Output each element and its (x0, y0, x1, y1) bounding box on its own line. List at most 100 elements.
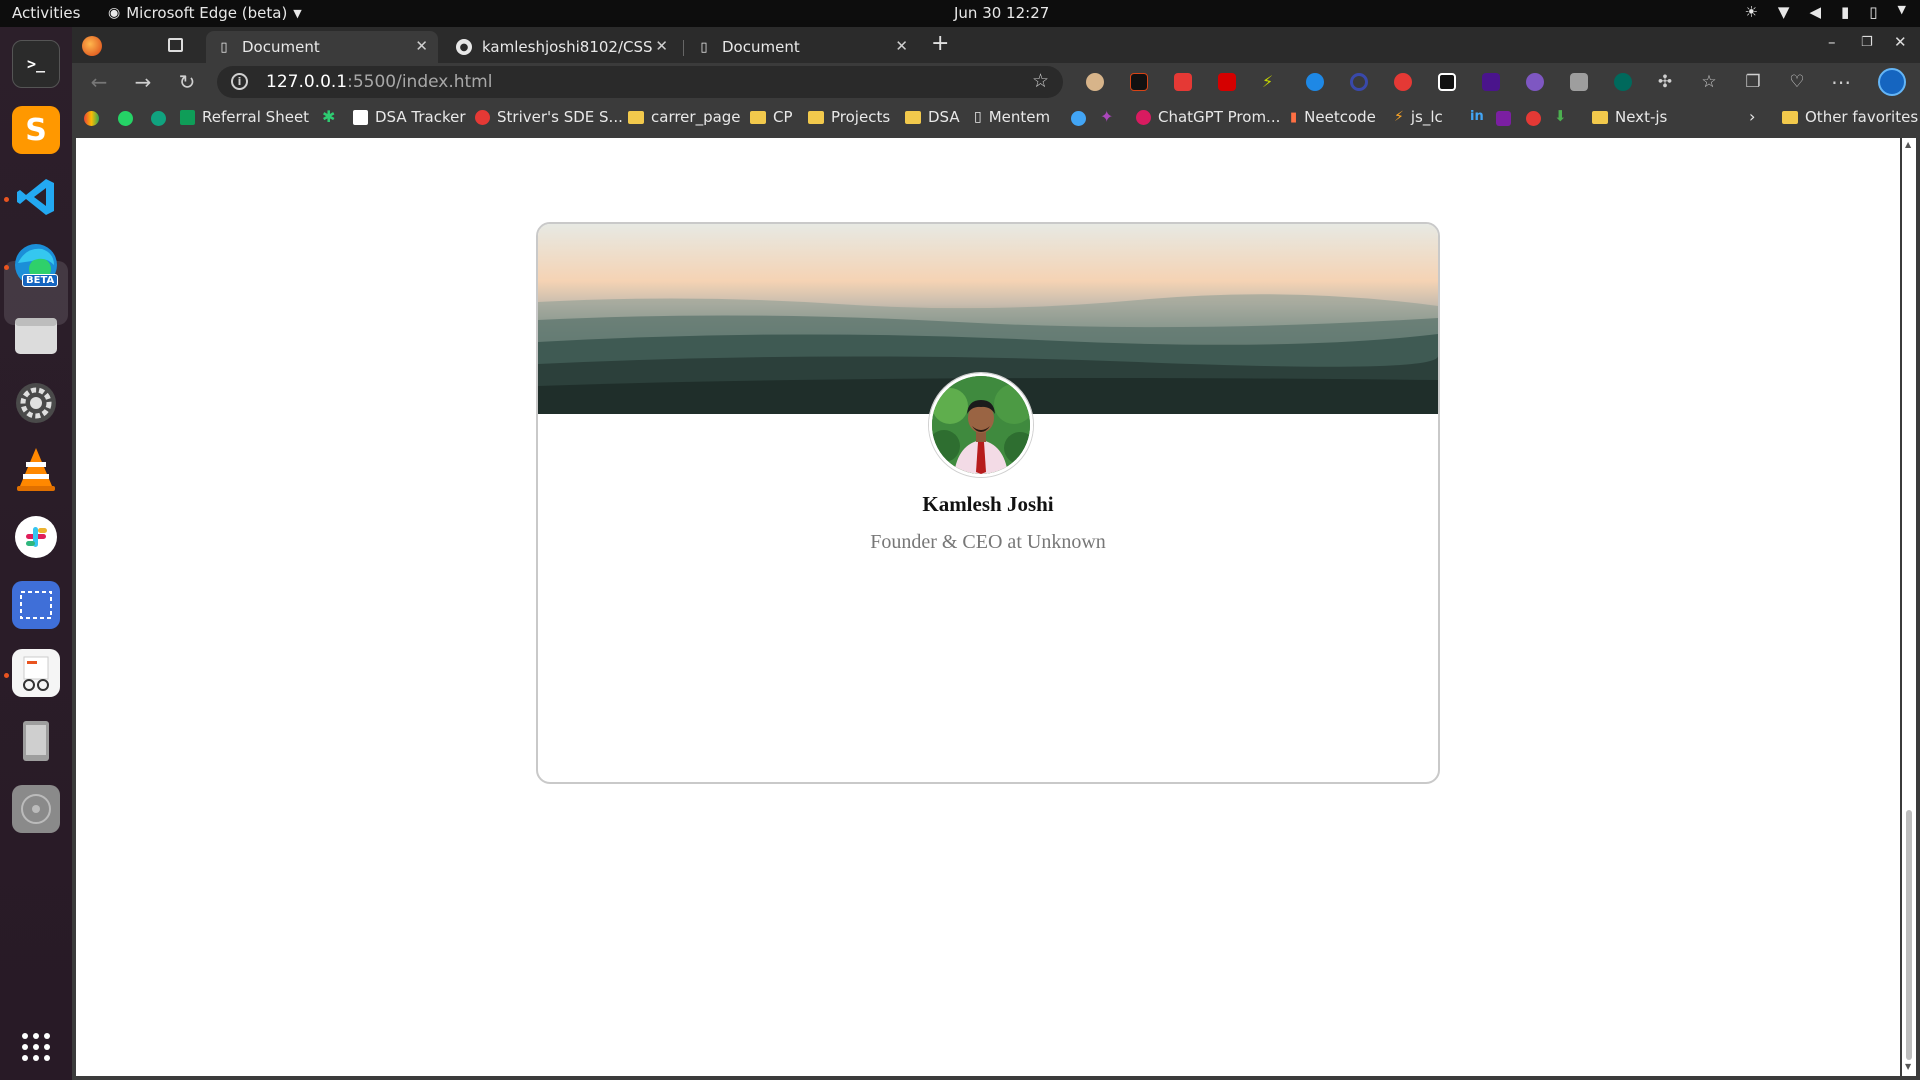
bookmark-referral-sheet[interactable]: Referral Sheet (180, 108, 309, 126)
extension-icon[interactable] (1086, 73, 1104, 91)
bookmark-js-lc[interactable]: ⚡ js_lc (1394, 108, 1443, 126)
forward-button[interactable]: → (132, 71, 154, 93)
bookmark-folder-cp[interactable]: CP (750, 108, 793, 126)
page-icon: ▯ (974, 109, 982, 125)
bookmark-folder-carrer-page[interactable]: carrer_page (628, 108, 741, 126)
mic-icon: ▮ (1841, 3, 1850, 21)
extension-icon[interactable] (1174, 73, 1192, 91)
extension-icon[interactable] (1218, 73, 1236, 91)
folder-icon (628, 110, 644, 124)
youtube-icon[interactable] (1526, 111, 1541, 126)
minimize-button[interactable]: – (1828, 33, 1836, 51)
extension-icon[interactable] (1350, 73, 1368, 91)
profile-job-title: Founder & CEO at Unknown (870, 531, 1106, 553)
slack-icon[interactable] (12, 513, 60, 561)
scroll-up-icon[interactable]: ▲ (1905, 140, 1911, 149)
extension-icon[interactable] (1482, 73, 1500, 91)
chevron-right-icon[interactable]: › (1749, 107, 1755, 126)
terminal-icon[interactable]: >_ (12, 40, 60, 88)
bookmark-folder-dsa[interactable]: DSA (905, 108, 960, 126)
extension-icon[interactable] (1570, 73, 1588, 91)
bookmark-icon[interactable] (1496, 111, 1511, 126)
app-menu-label: Microsoft Edge (beta) (126, 4, 288, 22)
power-menu-icon: ▼ (1897, 3, 1906, 16)
restore-button[interactable]: ❐ (1861, 35, 1873, 50)
page-icon: ▯ (220, 39, 228, 55)
extension-icon[interactable] (1614, 73, 1632, 91)
close-icon[interactable]: ✕ (655, 37, 668, 55)
folder-icon (808, 110, 824, 124)
bookmark-dsa-tracker[interactable]: DSA Tracker (353, 108, 466, 126)
vscode-icon[interactable] (12, 173, 60, 221)
back-button[interactable]: ← (88, 71, 110, 93)
sublime-text-icon[interactable]: S (12, 106, 60, 154)
bookmark-icon: ▮ (1290, 109, 1298, 125)
extension-icon[interactable] (1130, 73, 1148, 91)
document-viewer-icon[interactable] (12, 649, 60, 697)
collections-icon[interactable]: ❐ (1742, 71, 1764, 93)
favorites-icon[interactable]: ☆ (1698, 71, 1720, 93)
settings-icon[interactable] (12, 379, 60, 427)
activities-button[interactable]: Activities (12, 4, 80, 22)
bookmark-icon[interactable]: ✦ (1100, 107, 1113, 126)
page-viewport: Kamlesh Joshi Founder & CEO at Unknown (76, 138, 1900, 1076)
extensions-puzzle-icon[interactable]: ✣ (1654, 71, 1676, 93)
app-menu[interactable]: ◉ Microsoft Edge (beta) ▼ (108, 4, 302, 22)
page-scrollbar[interactable]: ▲ ▼ (1902, 138, 1916, 1076)
volume-icon: ◀ (1809, 3, 1821, 21)
reload-button[interactable]: ↻ (176, 71, 198, 93)
system-tray[interactable]: ☀ ▼ ◀ ▮ ▯ ▼ (1744, 3, 1906, 21)
bookmark-folder-next-js[interactable]: Next-js (1592, 108, 1667, 126)
bookmark-icon[interactable]: ⬇ (1554, 107, 1567, 125)
profile-icon[interactable] (82, 36, 102, 56)
apps-bookmark-icon[interactable] (84, 111, 99, 126)
star-bookmark-icon[interactable]: ✱ (322, 107, 335, 126)
scrollbar-thumb[interactable] (1906, 810, 1912, 1060)
new-tab-button[interactable]: + (931, 31, 949, 56)
tab-label: Document (722, 38, 800, 56)
close-icon[interactable]: ✕ (895, 37, 908, 55)
more-menu-icon[interactable]: ⋯ (1830, 71, 1852, 93)
extension-icon[interactable] (1438, 73, 1456, 91)
address-bar[interactable]: i 127.0.0.1:5500/index.html ☆ (217, 66, 1063, 98)
tab-document[interactable]: ▯ Document ✕ (686, 31, 918, 63)
extension-icon[interactable] (1526, 73, 1544, 91)
show-apps-icon[interactable] (12, 1023, 60, 1071)
performance-icon[interactable]: ♡ (1786, 71, 1808, 93)
favorite-star-icon[interactable]: ☆ (1032, 70, 1049, 92)
tab-document-active[interactable]: ▯ Document ✕ (206, 31, 438, 63)
scroll-down-icon[interactable]: ▼ (1905, 1062, 1911, 1071)
chatgpt-icon[interactable] (151, 111, 166, 126)
clock[interactable]: Jun 30 12:27 (954, 4, 1049, 22)
bing-copilot-icon[interactable] (1878, 68, 1906, 96)
extension-icon[interactable]: ⚡ (1262, 73, 1280, 91)
close-icon[interactable]: ✕ (415, 37, 428, 55)
folder-icon (750, 110, 766, 124)
address-url[interactable]: 127.0.0.1:5500/index.html (266, 72, 492, 92)
bookmarks-bar: Referral Sheet ✱ DSA Tracker Striver's S… (72, 101, 1920, 135)
tab-actions-icon[interactable] (168, 38, 183, 52)
linkedin-icon[interactable]: in (1470, 109, 1484, 124)
bookmark-chatgpt-prompts[interactable]: ChatGPT Prom... (1136, 108, 1280, 126)
device-icon[interactable] (12, 717, 60, 765)
bookmark-other-favorites[interactable]: Other favorites (1782, 108, 1918, 126)
whatsapp-icon[interactable] (118, 111, 133, 126)
bookmark-strivers-sde[interactable]: Striver's SDE S... (475, 108, 623, 126)
edge-beta-icon[interactable]: BETA (12, 241, 60, 289)
extension-icon[interactable] (1306, 73, 1324, 91)
bookmark-neetcode[interactable]: ▮ Neetcode (1290, 108, 1376, 126)
tab-github[interactable]: ● kamleshjoshi8102/CSS-Pr ✕ (446, 31, 678, 63)
close-window-button[interactable]: ✕ (1894, 33, 1907, 51)
bookmark-mentem[interactable]: ▯ Mentem (974, 108, 1050, 126)
files-icon[interactable] (12, 311, 60, 359)
beta-badge: BETA (22, 274, 59, 287)
disc-icon[interactable] (12, 785, 60, 833)
screenshot-icon[interactable] (12, 581, 60, 629)
bookmark-folder-projects[interactable]: Projects (808, 108, 890, 126)
tab-label: Document (242, 38, 320, 56)
extension-icon[interactable] (1394, 73, 1412, 91)
bookmark-icon[interactable] (1071, 111, 1086, 126)
vlc-icon[interactable] (12, 445, 60, 493)
tab-label: kamleshjoshi8102/CSS-Pr (482, 38, 652, 56)
site-info-icon[interactable]: i (231, 73, 248, 90)
